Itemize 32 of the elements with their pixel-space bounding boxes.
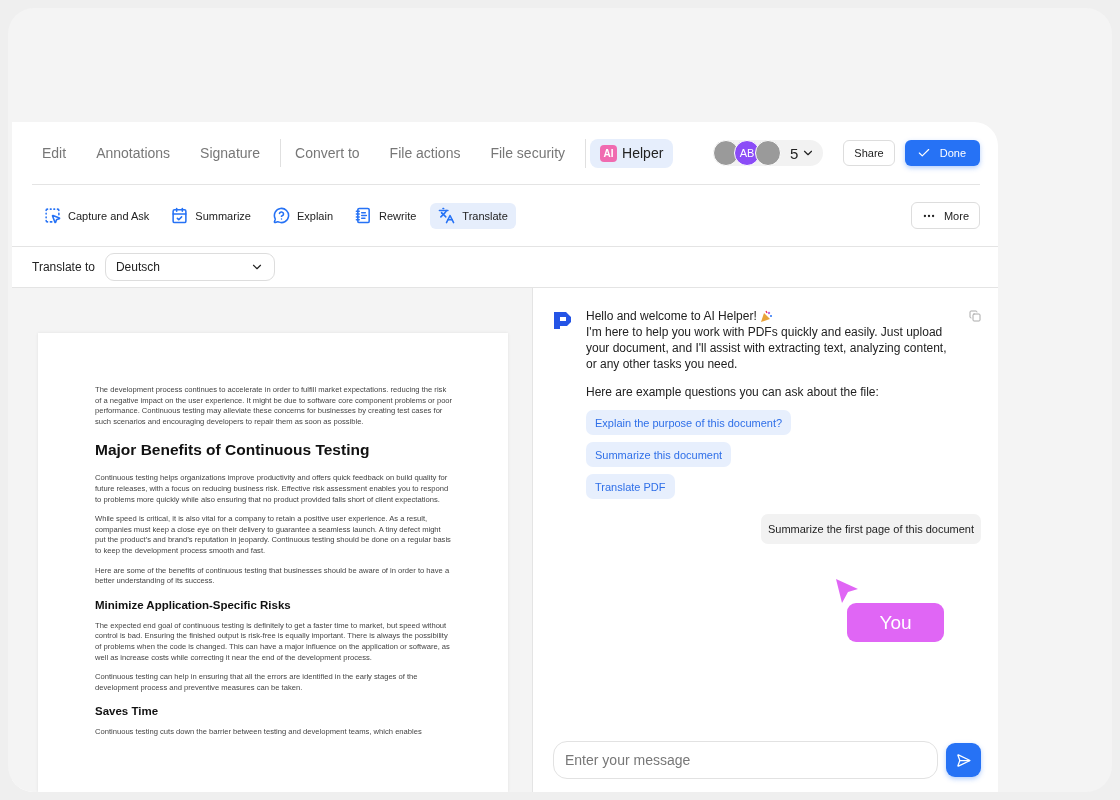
user-message: Summarize the first page of this document bbox=[760, 514, 981, 544]
tool-button[interactable]: Explain bbox=[264, 202, 342, 229]
user-avatar: AB bbox=[734, 140, 760, 166]
collaborator-count[interactable]: 5 bbox=[776, 144, 816, 162]
tool-button[interactable]: Rewrite bbox=[347, 202, 425, 229]
done-button[interactable]: Done bbox=[904, 140, 980, 166]
ai-badge-icon: AI bbox=[600, 144, 618, 162]
menu-tab[interactable]: AI Helper bbox=[590, 138, 674, 168]
document-subheading: Minimize Application-Specific Risks bbox=[95, 598, 292, 611]
cursor-label: You bbox=[847, 603, 944, 642]
prompt-text: Here are example questions you can ask about the file: bbox=[586, 384, 880, 400]
menu-tab[interactable]: File actions bbox=[379, 139, 471, 167]
menu-tab[interactable]: Annotations bbox=[86, 139, 181, 167]
menu-tab[interactable]: Edit bbox=[32, 139, 77, 167]
tool-button[interactable]: Summarize bbox=[163, 202, 259, 229]
suggestion-chip[interactable]: Translate PDF bbox=[586, 474, 675, 499]
document-heading: Major Benefits of Continuous Testing bbox=[95, 441, 371, 460]
greeting-text: Hello and welcome to AI Helper! bbox=[586, 308, 757, 324]
language-select[interactable]: Deutsch bbox=[104, 253, 275, 281]
more-button[interactable]: More bbox=[910, 202, 980, 229]
message-input[interactable]: Enter your message bbox=[553, 741, 938, 779]
menu-tab[interactable]: Signature bbox=[190, 139, 270, 167]
suggestion-chip[interactable]: Summarize this document bbox=[586, 442, 732, 467]
menu-tab[interactable]: File security bbox=[480, 139, 576, 167]
tool-button[interactable]: Translate bbox=[430, 202, 516, 229]
translate-label: Translate to bbox=[32, 260, 95, 274]
menu-tab[interactable]: Convert to bbox=[285, 139, 370, 167]
tool-button[interactable]: Capture and Ask bbox=[36, 202, 158, 229]
document-subheading: Saves Time bbox=[95, 705, 160, 718]
suggestion-chip[interactable]: Explain the purpose of this document? bbox=[586, 410, 792, 435]
message-text: I'm here to help you work with PDFs quickly and easily. Just upload your document, and I'll assist with extracting text, analyzing content, or any other tasks you need. bbox=[586, 324, 948, 372]
share-button[interactable]: Share bbox=[843, 140, 895, 166]
